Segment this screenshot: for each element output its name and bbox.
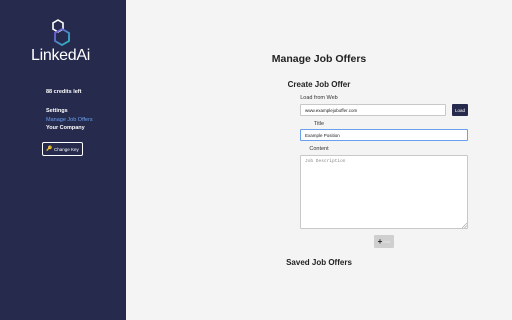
credits-left: 88 credits left: [46, 89, 82, 95]
content-textarea[interactable]: [300, 155, 468, 229]
hexagon-logo-icon: [52, 19, 70, 46]
main-content: Manage Job Offers Create Job Offer Load …: [126, 0, 512, 320]
title-label: Title: [313, 121, 325, 127]
page-title: Manage Job Offers: [271, 53, 367, 65]
content-label: Content: [309, 146, 329, 152]
load-button[interactable]: Load: [452, 104, 468, 116]
change-key-label: Change Key: [53, 146, 79, 152]
sidebar-item-manage-job-offers[interactable]: Manage Job Offers: [46, 116, 93, 125]
title-input[interactable]: [300, 129, 468, 141]
url-input[interactable]: [300, 104, 446, 116]
brand-name: LinkedAi: [31, 47, 90, 64]
sidebar: LinkedAi 88 credits left Settings Manage…: [0, 0, 126, 320]
linkedai-logo: [32, 18, 92, 46]
sidebar-item-your-company[interactable]: Your Company: [46, 124, 93, 133]
create-job-offer-heading: Create Job Offer: [287, 80, 351, 89]
add-button-label: Add: [383, 239, 391, 244]
load-from-web-label: Load from Web: [300, 95, 338, 101]
saved-job-offers-heading: Saved Job Offers: [286, 258, 352, 267]
key-icon: 🔑: [46, 146, 53, 152]
sidebar-item-settings[interactable]: Settings: [46, 107, 93, 116]
sidebar-nav: Settings Manage Job Offers Your Company: [46, 107, 93, 133]
add-job-offer-button[interactable]: + Add: [374, 235, 394, 248]
change-key-button[interactable]: 🔑 Change Key: [42, 142, 83, 156]
plus-icon: +: [377, 236, 383, 246]
